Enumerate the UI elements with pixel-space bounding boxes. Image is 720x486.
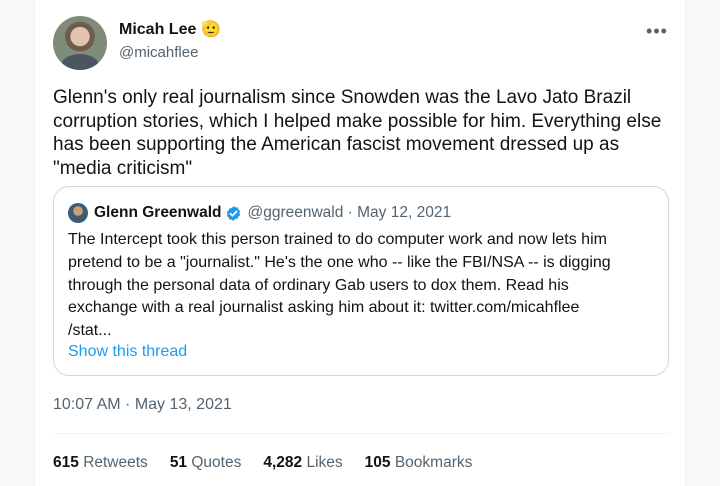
likes-label: Likes	[306, 454, 343, 471]
saluting-face-icon: 🫡	[201, 21, 222, 38]
tweet-timestamp[interactable]: 10:07 AM · May 13, 2021	[53, 396, 232, 414]
show-thread-link[interactable]: Show this thread	[68, 343, 187, 361]
bookmarks-stat[interactable]: 105 Bookmarks	[365, 454, 473, 472]
bookmarks-label: Bookmarks	[394, 454, 473, 471]
retweets-count: 615	[53, 454, 79, 471]
quoted-author-handle-date[interactable]: @ggreenwald · May 12, 2021	[247, 204, 451, 222]
author-name-row: Micah Lee 🫡	[119, 21, 221, 39]
quoted-author-name[interactable]: Glenn Greenwald	[94, 204, 221, 222]
more-options-icon[interactable]: •••	[645, 22, 669, 44]
quoted-tweet[interactable]: Glenn Greenwald @ggreenwald · May 12, 20…	[53, 186, 669, 376]
retweets-label: Retweets	[83, 454, 148, 471]
tweet-text: Glenn's only real journalism since Snowd…	[53, 87, 662, 179]
quoted-author-avatar[interactable]	[68, 203, 88, 223]
quotes-count: 51	[169, 454, 188, 471]
bookmarks-count: 105	[364, 454, 391, 471]
stats-divider	[53, 433, 669, 434]
quoted-tweet-text: The Intercept took this person trained t…	[68, 231, 611, 340]
author-name[interactable]: Micah Lee	[119, 21, 196, 39]
author-handle[interactable]: @micahflee	[119, 44, 198, 61]
quotes-label: Quotes	[191, 454, 242, 471]
likes-stat[interactable]: 4,282 Likes	[263, 454, 342, 472]
author-avatar[interactable]	[53, 16, 107, 70]
quotes-stat[interactable]: 51 Quotes	[170, 454, 242, 472]
engagement-stats: 615 Retweets 51 Quotes 4,282 Likes 105 B…	[53, 454, 494, 472]
likes-count: 4,282	[263, 454, 303, 471]
verified-badge-icon	[227, 205, 241, 221]
tweet-header: Micah Lee 🫡 @micahflee •••	[53, 16, 669, 72]
tweet-card: Micah Lee 🫡 @micahflee ••• Glenn's only …	[34, 0, 686, 486]
quoted-tweet-header: Glenn Greenwald @ggreenwald · May 12, 20…	[68, 203, 451, 223]
avatar-shirt	[61, 54, 99, 70]
retweets-stat[interactable]: 615 Retweets	[53, 454, 148, 472]
